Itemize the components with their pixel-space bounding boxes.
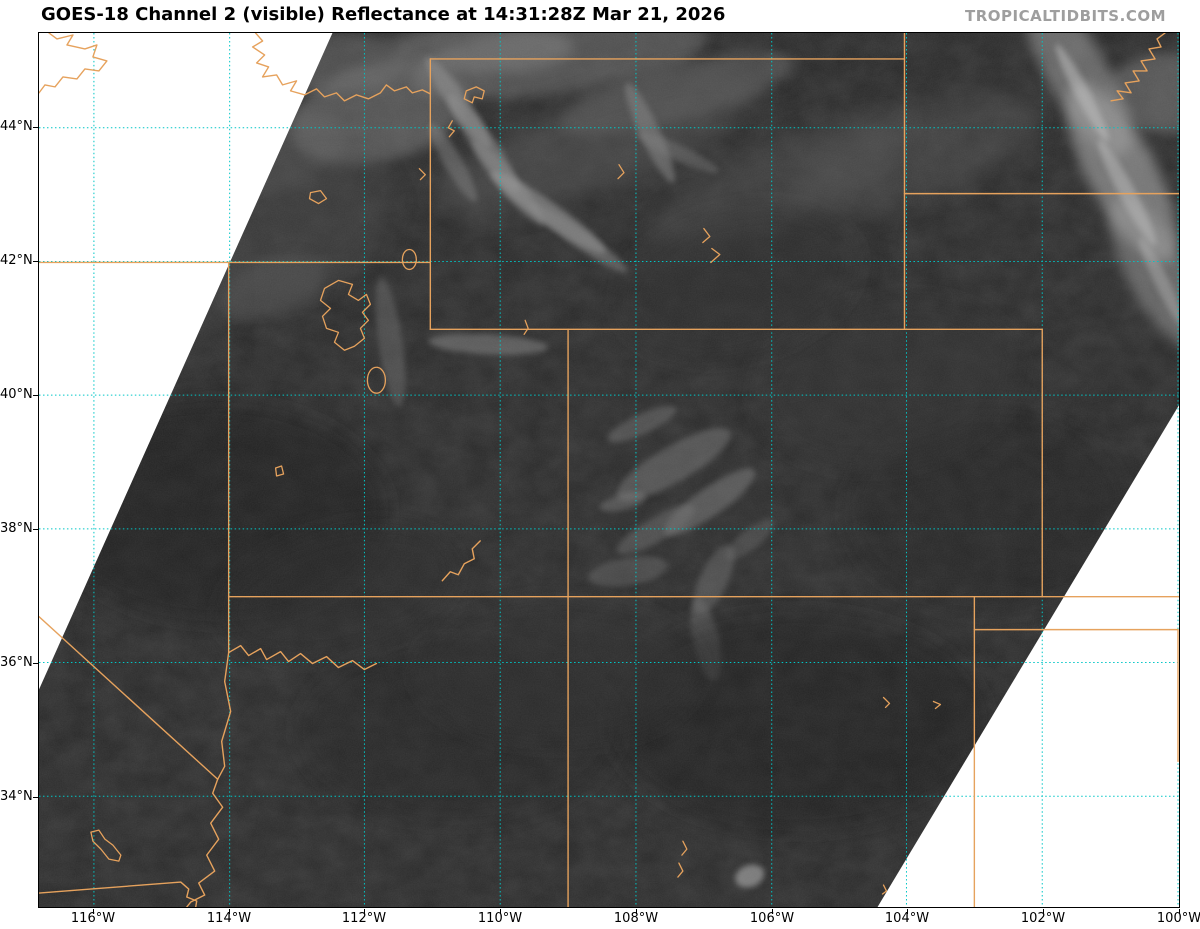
lat-label-36N: 36°N	[0, 655, 33, 670]
page-title: GOES-18 Channel 2 (visible) Reflectance …	[41, 4, 726, 25]
lon-label-104W: 104°W	[884, 911, 930, 926]
map-plot-area	[38, 32, 1180, 908]
lon-label-110W: 110°W	[477, 911, 523, 926]
snake-river-idaho-oregon	[39, 33, 108, 94]
lat-label-34N: 34°N	[0, 789, 33, 804]
watermark-tropicaltidbits: TROPICALTIDBITS.COM	[965, 7, 1166, 25]
lon-label-100W: 100°W	[1156, 911, 1200, 926]
lat-label-38N: 38°N	[0, 521, 33, 536]
lon-label-114W: 114°W	[206, 911, 252, 926]
lat-label-42N: 42°N	[0, 253, 33, 268]
lat-tick-42N	[33, 261, 38, 262]
satellite-swath	[39, 33, 1179, 907]
satellite-map-svg	[39, 33, 1179, 907]
lat-tick-38N	[33, 529, 38, 530]
lon-label-116W: 116°W	[70, 911, 116, 926]
lon-label-108W: 108°W	[613, 911, 659, 926]
lat-tick-34N	[33, 797, 38, 798]
lat-tick-44N	[33, 127, 38, 128]
lon-label-102W: 102°W	[1020, 911, 1066, 926]
lon-label-106W: 106°W	[749, 911, 795, 926]
screenshot-page: GOES-18 Channel 2 (visible) Reflectance …	[0, 0, 1200, 929]
lat-label-40N: 40°N	[0, 387, 33, 402]
lat-tick-40N	[33, 395, 38, 396]
image-grain	[39, 33, 1179, 907]
lon-label-112W: 112°W	[341, 911, 387, 926]
lat-tick-36N	[33, 663, 38, 664]
lat-label-44N: 44°N	[0, 119, 33, 134]
